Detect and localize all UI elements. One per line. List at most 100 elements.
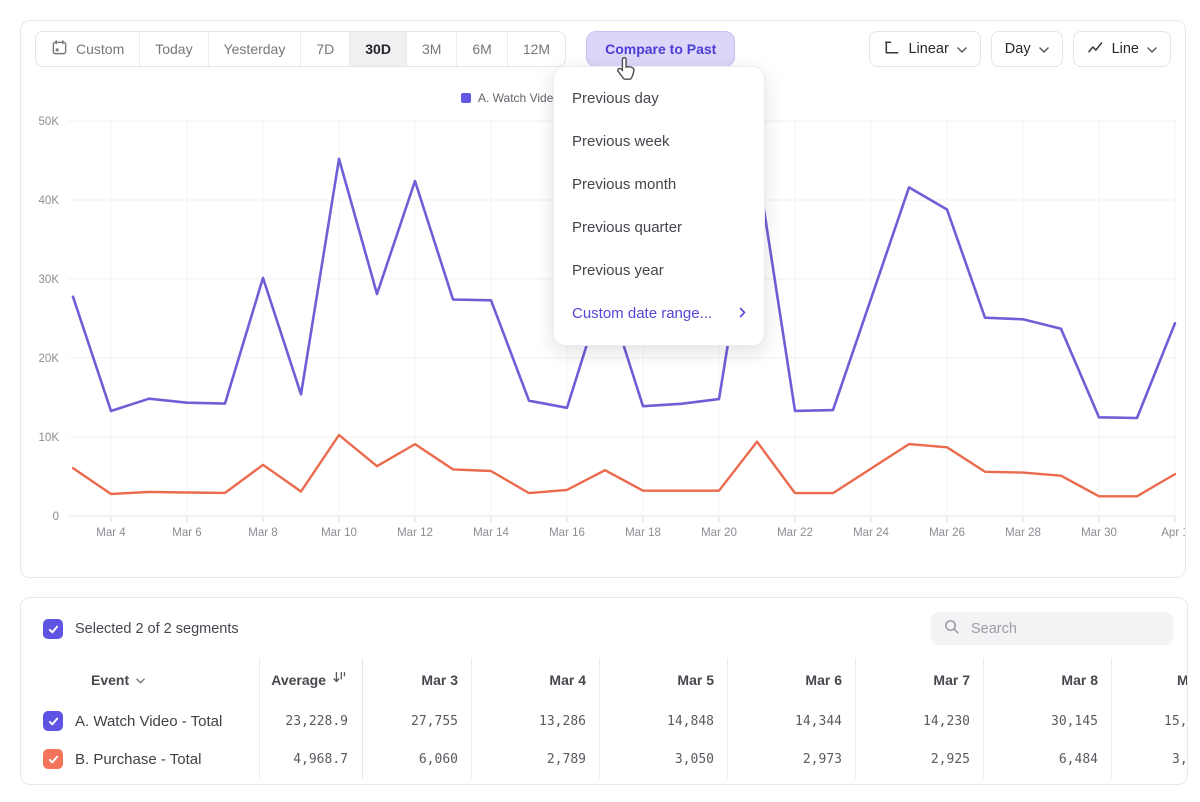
x-axis-label: Mar 4 <box>96 527 126 539</box>
range-label: 3M <box>422 41 441 57</box>
date-column-header: Mar 5 <box>599 658 727 702</box>
search-input[interactable] <box>969 620 1161 638</box>
x-axis-label: Mar 16 <box>549 527 585 539</box>
row-checkbox[interactable] <box>43 749 63 769</box>
chart-type-dropdown-label: Line <box>1112 41 1139 57</box>
clipped-cell-value: 15, <box>1164 714 1187 729</box>
range-30d[interactable]: 30D <box>349 32 406 66</box>
segments-table-card: Selected 2 of 2 segments Event Average Mar… <box>20 597 1188 785</box>
clipped-cell-value: 3, <box>1172 752 1188 767</box>
series-line-b-purchase-total <box>73 435 1175 496</box>
range-custom[interactable]: Custom <box>36 32 139 66</box>
event-label: B. Purchase - Total <box>75 751 201 768</box>
y-axis-label: 20K <box>39 353 60 365</box>
compare-to-past-button[interactable]: Compare to Past <box>586 31 735 67</box>
select-all-checkbox[interactable] <box>43 619 63 639</box>
table-row-a-watch-video-total[interactable]: A. Watch Video - Total 23,228.9 27,755 13,2… <box>21 702 1188 740</box>
clipped-date-column-header: M <box>1111 658 1188 702</box>
table-header-row: EventAverageMar 3Mar 4Mar 5Mar 6Mar 7Mar… <box>21 658 1188 702</box>
average-value: 23,228.9 <box>285 714 348 729</box>
chevron-right-icon <box>739 305 746 322</box>
cell-value: 6,060 <box>419 752 458 767</box>
range-6m[interactable]: 6M <box>456 32 506 66</box>
menu-item-previous-quarter[interactable]: Previous quarter <box>554 206 764 249</box>
x-axis-label: Mar 30 <box>1081 527 1117 539</box>
y-axis-label: 10K <box>39 432 60 444</box>
date-range-control: Custom Today Yesterday 7D 30D 3M 6M 12M <box>35 31 566 67</box>
range-label: 6M <box>472 41 491 57</box>
line-chart-icon <box>1087 39 1104 60</box>
chevron-down-icon <box>1039 41 1049 57</box>
table-row-b-purchase-total[interactable]: B. Purchase - Total4,968.76,0602,7893,05… <box>21 740 1188 778</box>
row-checkbox[interactable] <box>43 711 63 731</box>
x-axis-label: Mar 24 <box>853 527 889 539</box>
menu-item-previous-year[interactable]: Previous year <box>554 249 764 292</box>
custom-date-range-label: Custom date range... <box>572 305 712 322</box>
range-label: 7D <box>316 41 334 57</box>
x-axis-label: Mar 10 <box>321 527 357 539</box>
cell-value: 2,789 <box>547 752 586 767</box>
cell-value: 3,050 <box>675 752 714 767</box>
scale-dropdown-button[interactable]: Linear <box>869 31 980 67</box>
range-12m[interactable]: 12M <box>507 32 565 66</box>
search-icon <box>943 618 960 640</box>
menu-item-previous-day[interactable]: Previous day <box>554 77 764 120</box>
chevron-down-icon <box>957 41 967 57</box>
x-axis-label: Mar 28 <box>1005 527 1041 539</box>
granularity-dropdown-label: Day <box>1005 41 1031 57</box>
date-column-header: Mar 7 <box>855 658 983 702</box>
range-label: Today <box>155 41 192 57</box>
cell-value: 2,973 <box>803 752 842 767</box>
chart-card: Custom Today Yesterday 7D 30D 3M 6M 12M Compare… <box>20 20 1186 578</box>
x-axis-label: Mar 26 <box>929 527 965 539</box>
cell-value: 6,484 <box>1059 752 1098 767</box>
chart-type-dropdown-button[interactable]: Line <box>1073 31 1171 67</box>
range-today[interactable]: Today <box>139 32 207 66</box>
range-label: Yesterday <box>224 41 286 57</box>
x-axis-label: Mar 18 <box>625 527 661 539</box>
granularity-dropdown-button[interactable]: Day <box>991 31 1063 67</box>
menu-item-previous-month[interactable]: Previous month <box>554 163 764 206</box>
chart-toolbar: Custom Today Yesterday 7D 30D 3M 6M 12M Compare… <box>35 31 1171 67</box>
chevron-down-icon <box>136 671 145 689</box>
date-column-header: Mar 4 <box>471 658 599 702</box>
y-axis-label: 40K <box>39 195 60 207</box>
event-label: A. Watch Video - Total <box>75 713 222 730</box>
chevron-down-icon <box>1147 41 1157 57</box>
legend-swatch <box>461 93 471 103</box>
cell-value: 13,286 <box>539 714 586 729</box>
scale-dropdown-label: Linear <box>908 41 948 57</box>
range-yesterday[interactable]: Yesterday <box>208 32 301 66</box>
average-column-header[interactable]: Average <box>259 658 363 702</box>
y-axis-label: 50K <box>39 116 60 128</box>
cell-value: 14,230 <box>923 714 970 729</box>
analytics-dashboard: Custom Today Yesterday 7D 30D 3M 6M 12M Compare… <box>0 0 1200 802</box>
compare-to-past-menu: Previous dayPrevious weekPrevious monthP… <box>553 66 765 346</box>
x-axis-label: Mar 20 <box>701 527 737 539</box>
range-label: Custom <box>76 41 124 57</box>
average-header-label: Average <box>271 672 326 688</box>
x-axis-label: Mar 8 <box>248 527 277 539</box>
sort-descending-icon <box>332 670 348 690</box>
cell-value: 14,344 <box>795 714 842 729</box>
segments-selection: Selected 2 of 2 segments <box>43 619 239 639</box>
menu-item-custom-date-range[interactable]: Custom date range... <box>554 292 764 335</box>
y-axis-label: 30K <box>39 274 60 286</box>
y-axis-label: 0 <box>53 511 59 523</box>
cell-value: 27,755 <box>411 714 458 729</box>
event-column-header[interactable]: Event <box>43 671 145 689</box>
date-column-header: Mar 3 <box>363 658 471 702</box>
selected-segments-label: Selected 2 of 2 segments <box>75 621 239 637</box>
range-label: 12M <box>523 41 550 57</box>
cell-value: 2,925 <box>931 752 970 767</box>
calendar-icon <box>51 39 68 59</box>
range-3m[interactable]: 3M <box>406 32 456 66</box>
date-column-header: Mar 6 <box>727 658 855 702</box>
linear-scale-icon <box>883 39 900 60</box>
search-box <box>931 612 1173 645</box>
range-7d[interactable]: 7D <box>300 32 349 66</box>
x-axis-label: Mar 12 <box>397 527 433 539</box>
event-header-label: Event <box>91 672 129 688</box>
menu-item-previous-week[interactable]: Previous week <box>554 120 764 163</box>
x-axis-label: Mar 14 <box>473 527 509 539</box>
